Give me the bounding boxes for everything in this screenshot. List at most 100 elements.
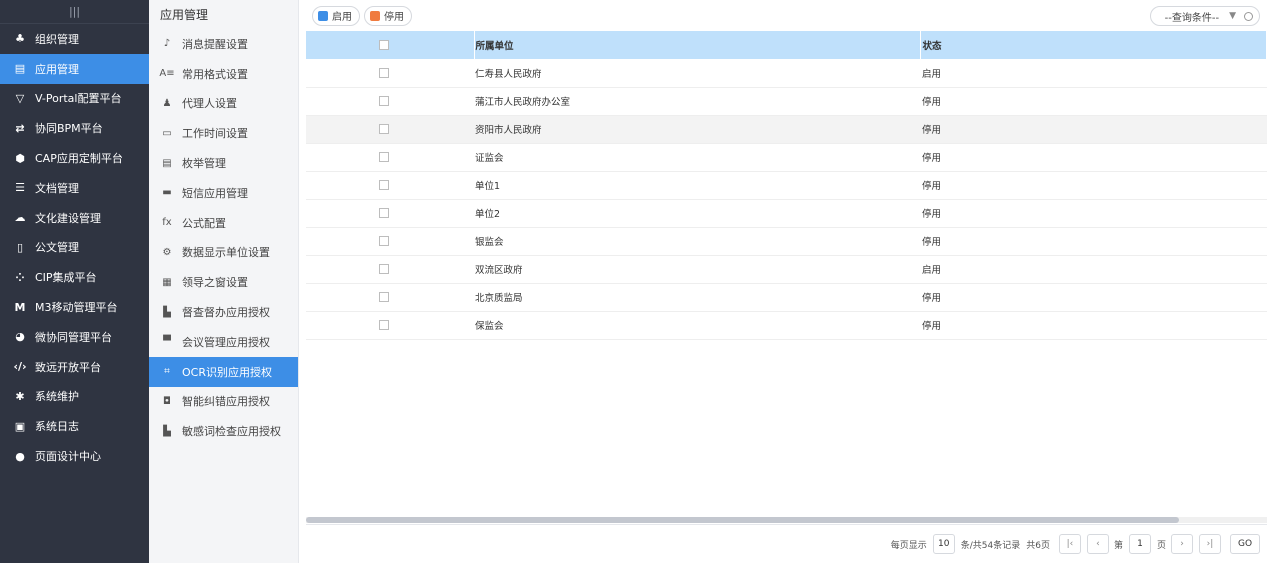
- column-header-unit[interactable]: 所属单位: [474, 31, 921, 59]
- row-checkbox[interactable]: [379, 208, 389, 218]
- submenu-item-label: 智能纠错应用授权: [182, 395, 270, 409]
- chevron-down-icon[interactable]: ▼: [1229, 11, 1236, 21]
- row-checkbox[interactable]: [379, 292, 389, 302]
- submenu-item-2[interactable]: ♟ 代理人设置: [149, 89, 298, 119]
- select-all-checkbox[interactable]: [379, 40, 389, 50]
- menu-toggle-icon[interactable]: |||: [0, 0, 149, 24]
- table-row[interactable]: 保监会 停用: [306, 311, 1267, 339]
- cell-unit: 资阳市人民政府: [475, 125, 542, 136]
- sidebar-item-label: 系统维护: [35, 390, 79, 404]
- sidebar-item-14[interactable]: ● 页面设计中心: [0, 441, 149, 471]
- enable-button[interactable]: 启用: [312, 5, 360, 26]
- row-checkbox[interactable]: [379, 96, 389, 106]
- row-checkbox[interactable]: [379, 152, 389, 162]
- submenu-item-6[interactable]: fx 公式配置: [149, 208, 298, 238]
- sidebar-item-2[interactable]: ▽ V-Portal配置平台: [0, 84, 149, 114]
- row-checkbox[interactable]: [379, 67, 389, 78]
- chat-icon: ◕: [15, 330, 25, 344]
- submenu-item-13[interactable]: ▙ 敏感词检查应用授权: [149, 416, 298, 446]
- row-checkbox[interactable]: [379, 320, 389, 330]
- sidebar-item-13[interactable]: ▣ 系统日志: [0, 411, 149, 441]
- submenu-item-12[interactable]: ◘ 智能纠错应用授权: [149, 387, 298, 417]
- submenu-item-7[interactable]: ⚙ 数据显示单位设置: [149, 238, 298, 268]
- last-page-button[interactable]: ›|: [1199, 534, 1221, 554]
- submenu-item-5[interactable]: ▬ 短信应用管理: [149, 178, 298, 208]
- sidebar-item-label: 文化建设管理: [35, 211, 101, 225]
- submenu-item-3[interactable]: ▭ 工作时间设置: [149, 118, 298, 148]
- first-page-button[interactable]: |‹: [1058, 534, 1081, 554]
- go-button[interactable]: GO: [1230, 534, 1260, 554]
- table-row[interactable]: 资阳市人民政府 停用: [306, 115, 1267, 143]
- sidebar-item-1[interactable]: ▤ 应用管理: [0, 53, 149, 84]
- horizontal-scrollbar[interactable]: [306, 517, 1267, 523]
- row-checkbox[interactable]: [379, 236, 389, 246]
- total-pages: 共6页: [1026, 540, 1050, 551]
- row-checkbox[interactable]: [379, 124, 389, 134]
- sidebar-item-6[interactable]: ☁ 文化建设管理: [0, 203, 149, 233]
- select-all-checkbox-cell: [306, 31, 475, 59]
- sidebar-item-7[interactable]: ▯ 公文管理: [0, 233, 149, 263]
- table-row[interactable]: 单位1 停用: [306, 171, 1267, 199]
- cell-unit: 银监会: [475, 237, 504, 248]
- prev-page-button[interactable]: ‹: [1086, 534, 1109, 554]
- sms-icon: ▬: [162, 187, 172, 199]
- column-header-status[interactable]: 状态: [920, 31, 1267, 59]
- sidebar-item-10[interactable]: ◕ 微协同管理平台: [0, 322, 149, 352]
- sidebar-item-0[interactable]: ♣ 组织管理: [0, 24, 149, 54]
- submenu-item-label: 数据显示单位设置: [182, 246, 270, 260]
- cell-status: 停用: [922, 97, 942, 108]
- sidebar-item-label: 微协同管理平台: [35, 330, 112, 344]
- page-suffix: 页: [1156, 540, 1166, 551]
- cell-unit: 证监会: [475, 153, 504, 164]
- submenu-item-1[interactable]: A≡ 常用格式设置: [149, 59, 298, 89]
- per-page-input[interactable]: 10: [932, 534, 955, 554]
- table-row[interactable]: 仁寿县人民政府 启用: [306, 59, 1267, 87]
- submenu-item-11[interactable]: ⌗ OCR识别应用授权: [149, 356, 298, 387]
- sidebar-item-11[interactable]: ‹/› 致远开放平台: [0, 352, 149, 382]
- row-checkbox-cell: [306, 283, 474, 311]
- secondary-menu-list: ♪ 消息提醒设置 A≡ 常用格式设置 ♟ 代理人设置 ▭ 工作时间设置 ▤ 枚举管理 ▬ 短信应用管理…: [149, 29, 298, 446]
- sidebar-item-12[interactable]: ✱ 系统维护: [0, 382, 149, 412]
- submenu-item-10[interactable]: ▀ 会议管理应用授权: [149, 327, 298, 357]
- table-row[interactable]: 证监会 停用: [306, 143, 1267, 171]
- row-checkbox-cell: [306, 171, 474, 199]
- cell-unit: 单位1: [475, 181, 501, 192]
- row-checkbox-cell: [306, 311, 474, 339]
- search-icon[interactable]: [1244, 11, 1253, 21]
- cell-status: 停用: [922, 293, 942, 304]
- submenu-item-0[interactable]: ♪ 消息提醒设置: [149, 29, 298, 59]
- submenu-item-label: 常用格式设置: [182, 67, 248, 81]
- submenu-item-4[interactable]: ▤ 枚举管理: [149, 148, 298, 178]
- submenu-item-9[interactable]: ▙ 督查督办应用授权: [149, 297, 298, 327]
- table-row[interactable]: 双流区政府 启用: [306, 255, 1267, 283]
- row-checkbox-cell: [306, 199, 474, 227]
- code-icon: ‹/›: [13, 360, 27, 374]
- table-header-row: 所属单位 状态: [306, 31, 1267, 59]
- secondary-menu: 应用管理 ♪ 消息提醒设置 A≡ 常用格式设置 ♟ 代理人设置 ▭ 工作时间设置 ▤ 枚举管理 ▬ 短…: [149, 0, 299, 563]
- table-row[interactable]: 蒲江市人民政府办公室 停用: [306, 87, 1267, 115]
- disable-icon: [370, 10, 380, 21]
- search-condition-select[interactable]: --查询条件-- ▼: [1150, 6, 1260, 26]
- integration-icon: ⁘: [15, 270, 25, 284]
- scrollbar-thumb[interactable]: [306, 517, 1179, 523]
- sidebar-item-5[interactable]: ☰ 文档管理: [0, 173, 149, 203]
- sidebar-item-8[interactable]: ⁘ CIP集成平台: [0, 262, 149, 292]
- table-row[interactable]: 单位2 停用: [306, 199, 1267, 227]
- supervise-icon: ▙: [163, 306, 171, 318]
- cell-unit: 仁寿县人民政府: [475, 68, 542, 80]
- disable-button[interactable]: 停用: [364, 5, 412, 26]
- row-checkbox[interactable]: [379, 180, 389, 190]
- submenu-item-8[interactable]: ▦ 领导之窗设置: [149, 267, 298, 297]
- cell-status: 停用: [922, 153, 942, 164]
- sidebar-item-4[interactable]: ⬢ CAP应用定制平台: [0, 143, 149, 173]
- current-page-input[interactable]: 1: [1128, 534, 1151, 554]
- next-page-button[interactable]: ›: [1171, 534, 1193, 554]
- table-row[interactable]: 北京质监局 停用: [306, 283, 1267, 311]
- sidebar-nav-list: ♣ 组织管理 ▤ 应用管理 ▽ V-Portal配置平台 ⇄ 协同BPM平台 ⬢ CAP应用定制平…: [0, 24, 149, 471]
- enable-button-label: 启用: [332, 12, 352, 23]
- sidebar-item-9[interactable]: M M3移动管理平台: [0, 292, 149, 322]
- sidebar-item-3[interactable]: ⇄ 协同BPM平台: [0, 113, 149, 143]
- table-row[interactable]: 银监会 停用: [306, 227, 1267, 255]
- m3-icon: M: [14, 300, 26, 314]
- row-checkbox[interactable]: [379, 264, 389, 274]
